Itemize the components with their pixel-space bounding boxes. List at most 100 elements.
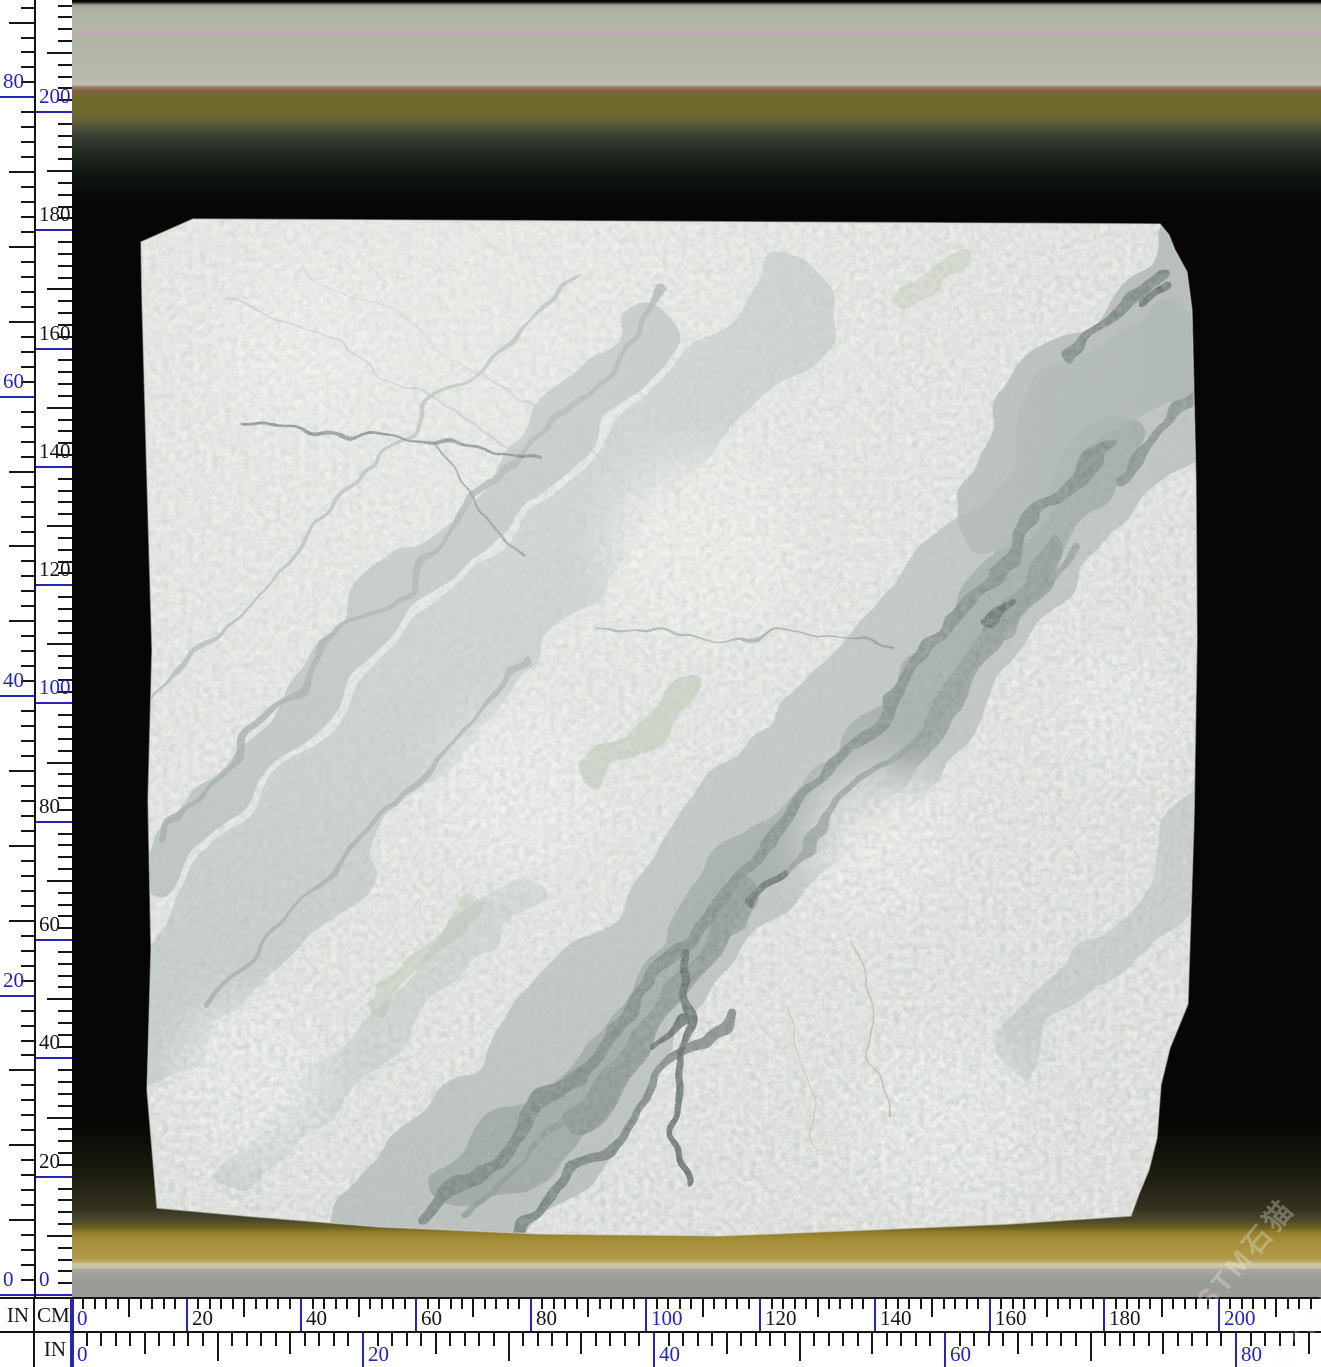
ruler-tick — [1220, 1333, 1222, 1346]
ruler-tick — [748, 1299, 750, 1309]
ruler-tick — [1104, 1333, 1106, 1346]
ruler-tick — [21, 111, 34, 113]
ruler-tick — [862, 1299, 864, 1309]
ruler-label: 140 — [880, 1308, 912, 1329]
ruler-tick — [1287, 1299, 1289, 1309]
ruler-tick — [129, 1333, 131, 1346]
ruler-tick — [1148, 1333, 1150, 1346]
ruler-tick — [900, 1333, 902, 1346]
ruler-tick — [740, 1333, 742, 1346]
ruler-tick — [369, 1299, 371, 1309]
ruler-tick — [954, 1299, 956, 1309]
ruler-tick — [58, 596, 72, 598]
ruler-tick — [58, 1128, 72, 1130]
ruler-tick — [472, 1299, 474, 1317]
ruler-tick — [174, 1299, 176, 1309]
ruler-tick — [713, 1299, 715, 1309]
ruler-tick — [58, 1105, 72, 1107]
ruler-tick — [1057, 1299, 1059, 1309]
ruler-tick — [1235, 1333, 1237, 1367]
ruler-tick — [58, 904, 72, 906]
ruler-tick — [21, 650, 34, 652]
ruler-tick — [58, 1188, 72, 1190]
ruler-tick — [1264, 1333, 1266, 1346]
ruler-tick — [47, 643, 72, 645]
ruler-tick — [163, 1299, 165, 1309]
ruler-tick — [58, 241, 72, 243]
ruler-tick — [977, 1299, 979, 1309]
ruler-tick — [58, 146, 72, 148]
ruler-tick — [0, 396, 34, 398]
ruler-tick — [886, 1333, 888, 1346]
ruler-tick — [58, 868, 72, 870]
ruler-tick — [551, 1333, 553, 1346]
ruler-label: 180 — [1109, 1308, 1141, 1329]
ruler-tick — [58, 76, 72, 78]
ruler-tick — [21, 261, 34, 263]
ruler-tick — [21, 1264, 34, 1266]
ruler-bottom-inches: 020406080 — [72, 1331, 1321, 1367]
ruler-tick — [36, 348, 72, 350]
ruler-tick — [58, 608, 72, 610]
ruler-tick — [507, 1299, 509, 1309]
ruler-tick — [58, 194, 72, 196]
ruler-label: 40 — [659, 1344, 680, 1365]
ruler-tick — [58, 1199, 72, 1201]
ruler-tick — [21, 755, 34, 757]
ruler-tick — [21, 905, 34, 907]
ruler-tick — [140, 1299, 142, 1309]
ruler-tick — [300, 1299, 302, 1331]
ruler-tick — [58, 64, 72, 66]
ruler-tick — [9, 770, 34, 772]
ruler-tick — [944, 1333, 946, 1367]
ruler-label: 100 — [39, 677, 71, 698]
ruler-tick — [839, 1299, 841, 1309]
ruler-tick — [726, 1333, 728, 1354]
ruler-label: 20 — [39, 1151, 60, 1172]
ruler-tick — [21, 366, 34, 368]
ruler-label: 80 — [1241, 1344, 1262, 1365]
ruler-tick — [58, 1282, 72, 1284]
ruler-tick — [21, 1129, 34, 1131]
ruler-tick — [58, 395, 72, 397]
ruler-tick — [58, 501, 72, 503]
ruler-tick — [36, 1176, 72, 1178]
ruler-tick — [246, 1333, 248, 1346]
ruler-tick — [21, 1249, 34, 1251]
ruler-tick — [828, 1299, 830, 1309]
ruler-tick — [58, 478, 72, 480]
ruler-tick — [158, 1333, 160, 1346]
ruler-tick — [1046, 1299, 1048, 1317]
ruler-label: 160 — [995, 1308, 1027, 1329]
ruler-tick — [21, 1114, 34, 1116]
ruler-tick — [973, 1333, 975, 1346]
ruler-label: 40 — [306, 1308, 327, 1329]
ruler-tick — [857, 1333, 859, 1346]
ruler-tick — [72, 1333, 74, 1367]
ruler-tick — [21, 935, 34, 937]
ruler-tick — [21, 201, 34, 203]
ruler-tick — [759, 1299, 761, 1331]
ruler-tick — [0, 695, 34, 697]
ruler-label: 160 — [39, 323, 71, 344]
ruler-tick — [435, 1333, 437, 1354]
ruler-tick — [58, 797, 72, 799]
ruler-tick — [58, 809, 72, 811]
ruler-tick — [358, 1299, 360, 1317]
ruler-tick — [21, 815, 34, 817]
ruler-tick — [58, 773, 72, 775]
ruler-tick — [1092, 1299, 1094, 1309]
ruler-tick — [21, 1234, 34, 1236]
ruler-tick — [58, 182, 72, 184]
ruler-tick — [58, 537, 72, 539]
ruler-tick — [817, 1299, 819, 1317]
ruler-tick — [58, 253, 72, 255]
ruler-tick — [784, 1333, 786, 1346]
ruler-tick — [599, 1299, 601, 1309]
ruler-label: 60 — [421, 1308, 442, 1329]
ruler-tick — [58, 738, 72, 740]
ruler-tick — [755, 1333, 757, 1346]
ruler-tick — [47, 998, 72, 1000]
ruler-tick — [58, 1152, 72, 1154]
ruler-tick — [1031, 1333, 1033, 1346]
